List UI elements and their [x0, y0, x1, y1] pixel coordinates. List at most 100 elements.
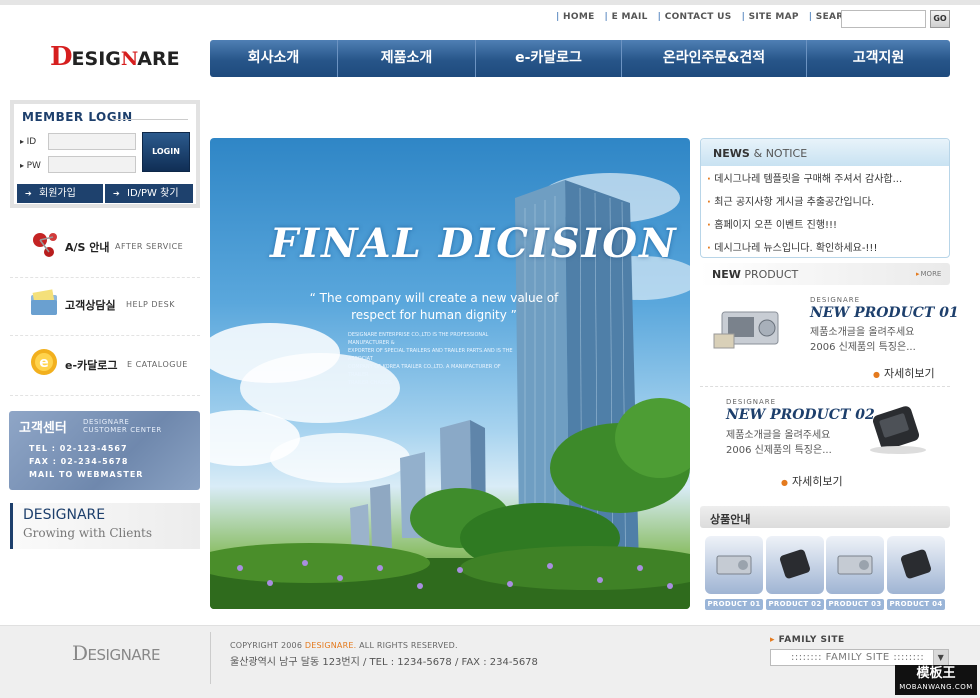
copyright-prefix: COPYRIGHT 2006	[230, 641, 303, 650]
footer-logo-are: ARE	[131, 646, 160, 664]
hero-quote-line-1: “ The company will create a new value of	[309, 291, 559, 305]
product-info-header: 상품안내	[700, 506, 950, 528]
utility-link-contact[interactable]: CONTACT US	[658, 12, 732, 22]
product-thumb-04-label[interactable]: PRODUCT 04	[887, 599, 945, 610]
hero-description-line-2: EXPORTER OF SPECIAL TRAILERS AND TRAILER…	[348, 348, 513, 362]
news-item[interactable]: 데시그나레 뉴스입니다. 확인하세요-!!!	[707, 240, 902, 263]
logo-are: ARE	[137, 48, 180, 70]
product-thumb-01-label[interactable]: PRODUCT 01	[705, 599, 763, 610]
utility-link-sitemap[interactable]: SITE MAP	[742, 12, 799, 22]
top-border-strip	[0, 0, 980, 5]
e-catalog-icon: e	[31, 349, 57, 375]
product-thumb-02[interactable]	[766, 536, 824, 594]
product-01-tag: DESIGNARE	[810, 296, 861, 304]
watermark-line-1: 模板王	[916, 666, 956, 681]
service-ecatalog-sublabel: E CATALOGUE	[127, 360, 188, 369]
slogan-brand: DESIGNARE	[23, 507, 106, 523]
product-thumb-03-label[interactable]: PRODUCT 03	[826, 599, 884, 610]
product-02-description-line-2: 2006 신제품의 특징은...	[726, 445, 832, 456]
product-thumb-04[interactable]	[887, 536, 945, 594]
login-title: MEMBER LOGIN	[22, 110, 133, 124]
utility-link-home[interactable]: HOME	[556, 12, 595, 22]
product-01-description-line-2: 2006 신제품의 특징은...	[810, 342, 916, 353]
product-01-image[interactable]	[712, 300, 800, 356]
hero-company-description: DESIGNARE ENTERPRISE CO.,LTD IS THE PROF…	[348, 331, 518, 387]
footer-copyright: COPYRIGHT 2006 DESIGNARE. ALL RIGHTS RES…	[230, 641, 458, 650]
product-thumb-03[interactable]	[826, 536, 884, 594]
find-idpw-button[interactable]: ID/PW 찾기	[105, 184, 193, 203]
utility-link-email[interactable]: E MAIL	[605, 12, 648, 22]
nav-item-products[interactable]: 제품소개	[338, 40, 476, 77]
service-as-sublabel: AFTER SERVICE	[115, 242, 184, 251]
login-pw-field[interactable]	[48, 156, 136, 173]
product-02-description: 제품소개글을 올려주세요 2006 신제품의 특징은...	[726, 428, 861, 458]
product-02-image[interactable]	[862, 402, 942, 458]
molecule-icon	[33, 233, 57, 257]
hero-description-line-4: TRAILER CHASSIS.	[348, 380, 394, 386]
product-thumb-01[interactable]	[705, 536, 763, 594]
login-id-label: ID	[20, 137, 37, 147]
login-id-field[interactable]	[48, 133, 136, 150]
main-nav: 회사소개 제품소개 e-카달로그 온라인주문&견적 고객지원	[210, 40, 950, 77]
slogan-tagline: Growing with Clients	[23, 526, 153, 540]
watermark-logo: 模板王 MOBANWANG.COM	[895, 665, 977, 695]
logo-n: N	[120, 48, 138, 70]
product-02-detail-link[interactable]: 자세히보기	[781, 473, 843, 489]
more-link[interactable]: MORE	[916, 270, 942, 278]
news-notice-box: NEWS & NOTICE 데시그나레 템플릿을 구매해 주셔서 감사합... …	[700, 138, 950, 258]
slogan-banner: DESIGNARE Growing with Clients	[10, 503, 200, 549]
product-divider	[700, 386, 950, 387]
nav-item-company[interactable]: 회사소개	[210, 40, 338, 77]
camera-icon	[716, 555, 752, 575]
chevron-down-icon[interactable]: ▼	[933, 650, 948, 665]
logo-esig: ESIG	[71, 48, 121, 70]
service-as[interactable]: A/S 안내 AFTER SERVICE	[10, 220, 200, 278]
product-02-name[interactable]: NEW PRODUCT 02	[726, 407, 875, 423]
footer-logo-n: N	[120, 646, 132, 664]
product-info-title: 상품안내	[710, 513, 751, 526]
nav-item-order[interactable]: 온라인주문&견적	[622, 40, 807, 77]
news-title-rest: & NOTICE	[753, 147, 808, 160]
product-01-detail-link[interactable]: 자세히보기	[873, 365, 935, 381]
service-helpdesk[interactable]: 고객상담실 HELP DESK	[10, 278, 200, 336]
footer-divider	[210, 632, 211, 684]
copyright-brand: DESIGNARE.	[304, 641, 357, 650]
utility-nav: HOME E MAIL CONTACT US SITE MAP SEARCH	[556, 12, 868, 22]
device-icon	[779, 549, 811, 579]
news-item[interactable]: 최근 공지사항 게시글 추출공간입니다.	[707, 194, 902, 217]
hero-quote: “ The company will create a new value of…	[304, 290, 564, 324]
join-button[interactable]: 회원가입	[17, 184, 103, 203]
customer-center-subtitle: DESIGNARE CUSTOMER CENTER	[83, 418, 162, 434]
site-logo[interactable]: DESIGNARE	[50, 42, 180, 72]
new-product-title: NEW PRODUCT	[712, 268, 798, 281]
hero-quote-line-2: respect for human dignity ”	[351, 308, 517, 322]
news-title-bold: NEWS	[713, 147, 750, 160]
customer-center-banner[interactable]: 고객센터 DESIGNARE CUSTOMER CENTER TEL : 02-…	[9, 411, 200, 490]
news-list: 데시그나레 템플릿을 구매해 주셔서 감사합... 최근 공지사항 게시글 추출…	[707, 171, 902, 263]
family-site-select[interactable]: :::::::: FAMILY SITE :::::::: ▼	[770, 649, 949, 666]
product-thumb-02-label[interactable]: PRODUCT 02	[766, 599, 824, 610]
hero-description-line-1: DESIGNARE ENTERPRISE CO.,LTD IS THE PROF…	[348, 332, 489, 346]
copyright-suffix: ALL RIGHTS RESERVED.	[359, 641, 458, 650]
nav-item-ecatalog[interactable]: e-카달로그	[476, 40, 622, 77]
news-item[interactable]: 홈페이지 오픈 이벤트 진행!!!	[707, 217, 902, 240]
customer-center-fax: FAX : 02-234-5678	[29, 457, 129, 466]
customer-center-mail[interactable]: MAIL TO WEBMASTER	[29, 470, 143, 479]
product-02-tag: DESIGNARE	[726, 398, 777, 406]
nav-item-support[interactable]: 고객지원	[807, 40, 950, 77]
watermark-line-2: MOBANWANG.COM	[899, 683, 973, 691]
device-icon	[900, 549, 932, 579]
search-input[interactable]	[841, 10, 926, 28]
login-button[interactable]: LOGIN	[142, 132, 190, 172]
logo-d: D	[50, 42, 73, 72]
product-02-description-line-1: 제품소개글을 올려주세요	[726, 430, 831, 441]
search-go-button[interactable]: GO	[930, 10, 950, 28]
service-ecatalog[interactable]: e e-카달로그 E CATALOGUE	[10, 338, 200, 396]
customer-center-subtitle-text: CUSTOMER CENTER	[83, 426, 162, 434]
product-01-name[interactable]: NEW PRODUCT 01	[810, 305, 959, 321]
hero-title: FINAL DICISION	[270, 220, 678, 267]
news-item[interactable]: 데시그나레 템플릿을 구매해 주셔서 감사합...	[707, 171, 902, 194]
new-product-title-rest: PRODUCT	[744, 268, 799, 281]
footer-logo-d: D	[72, 641, 88, 665]
customer-center-title: 고객센터	[19, 421, 67, 436]
